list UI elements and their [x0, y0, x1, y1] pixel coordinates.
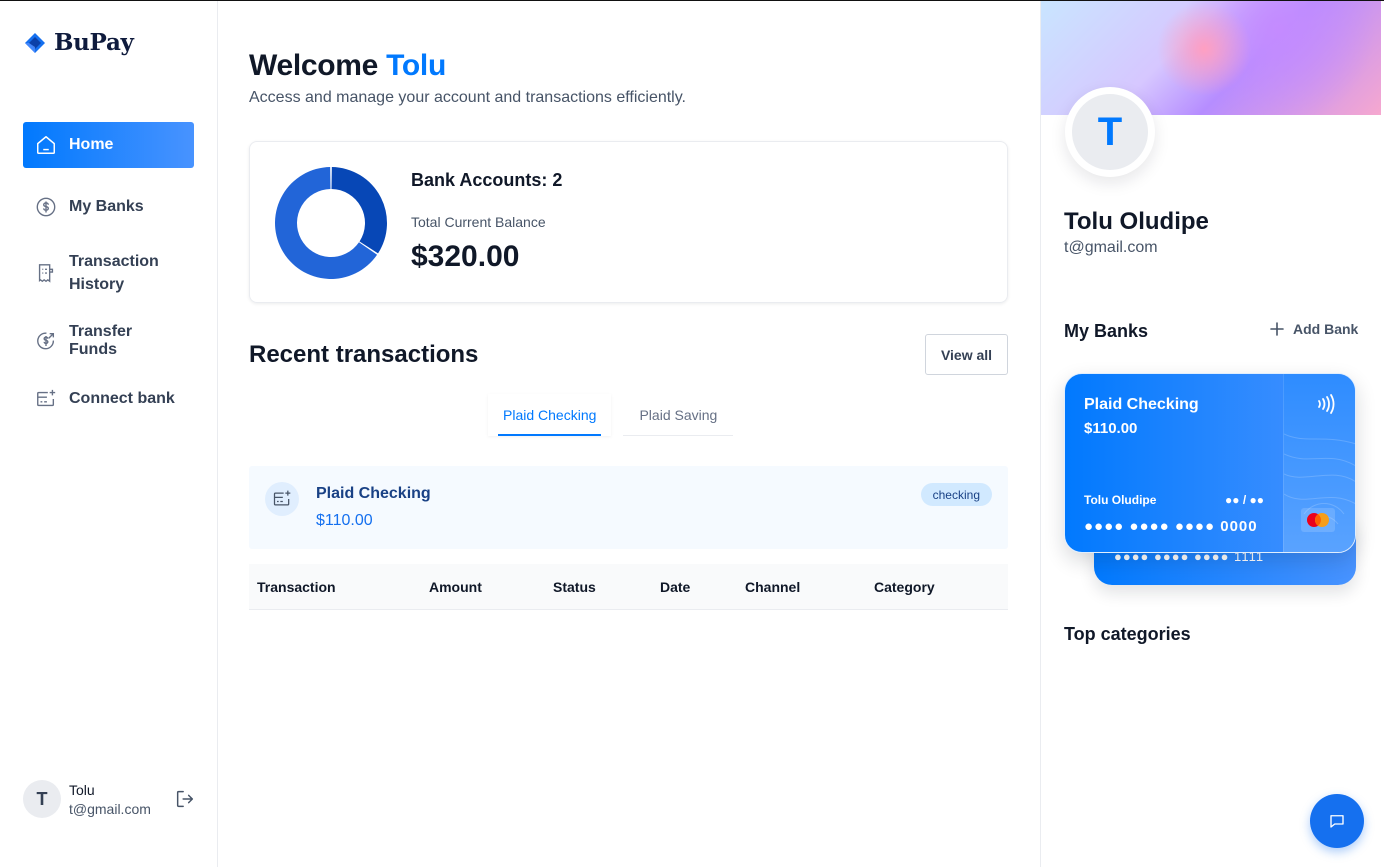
add-bank-label: Add Bank — [1293, 321, 1359, 337]
total-balance-label: Total Current Balance — [411, 214, 546, 230]
sidebar-item-label: My Banks — [69, 198, 144, 215]
column-header-transaction: Transaction — [257, 579, 336, 595]
sidebar-item-my-banks[interactable]: My Banks — [23, 184, 194, 230]
total-balance-value: $320.00 — [411, 240, 520, 273]
contactless-icon — [1318, 394, 1335, 414]
bank-accounts-count: Bank Accounts: 2 — [411, 170, 563, 190]
sidebar-user-info: Tolu t@gmail.com — [69, 782, 151, 817]
sidebar-item-transaction-history[interactable]: Transaction History — [23, 246, 194, 300]
column-header-channel: Channel — [745, 579, 801, 595]
sidebar-item-connect-bank[interactable]: Connect bank — [23, 376, 194, 422]
column-header-status: Status — [553, 579, 596, 595]
logo-icon — [25, 32, 45, 53]
home-icon — [37, 136, 55, 154]
mastercard-icon — [1301, 508, 1335, 532]
bank-info-amount: $110.00 — [316, 512, 373, 529]
view-all-button[interactable]: View all — [925, 334, 1008, 375]
bank-info-name: Plaid Checking — [316, 485, 431, 502]
total-balance-card: Bank Accounts: 2 Total Current Balance $… — [249, 141, 1008, 303]
tab-plaid-saving[interactable]: Plaid Saving — [623, 394, 734, 436]
bank-card[interactable]: Plaid Checking $110.00 Tolu Oludipe ●● /… — [1064, 373, 1356, 553]
add-bank-button[interactable]: Add Bank — [1269, 321, 1358, 337]
column-header-date: Date — [660, 579, 691, 595]
page-subtitle: Access and manage your account and trans… — [249, 89, 686, 106]
card-number: ●●●● ●●●● ●●●● 0000 — [1084, 518, 1258, 535]
card-holder-name: Tolu Oludipe — [1084, 493, 1157, 507]
account-type-badge: checking — [920, 483, 992, 506]
profile-name: Tolu Oludipe — [1064, 208, 1209, 235]
sidebar-user-email: t@gmail.com — [69, 800, 151, 817]
profile-avatar: T — [1065, 87, 1155, 177]
tab-plaid-checking[interactable]: Plaid Checking — [488, 394, 611, 436]
bank-card-icon — [265, 482, 299, 516]
receipt-icon — [38, 264, 54, 283]
balance-donut-chart — [275, 167, 387, 279]
app-logo[interactable]: BuPay — [24, 29, 134, 56]
column-header-amount: Amount — [429, 579, 482, 595]
sidebar-user-name: Tolu — [69, 781, 95, 798]
page-title: Welcome Tolu — [249, 49, 446, 83]
welcome-prefix: Welcome — [249, 49, 379, 82]
dollar-circle-icon — [36, 197, 56, 217]
my-banks-title: My Banks — [1064, 321, 1149, 341]
logout-icon[interactable] — [174, 788, 196, 810]
sidebar-item-label: Transfer Funds — [69, 323, 133, 358]
card-bank-name: Plaid Checking — [1084, 396, 1199, 413]
sidebar-item-label: Home — [69, 136, 114, 153]
card-add-icon — [37, 389, 56, 407]
sidebar-item-transfer-funds[interactable]: Transfer Funds — [23, 318, 194, 364]
plus-icon — [1270, 322, 1284, 336]
money-send-icon — [37, 332, 55, 350]
main-content: Welcome Tolu Access and manage your acco… — [218, 1, 1040, 867]
card-balance: $110.00 — [1084, 420, 1138, 437]
recent-transactions-title: Recent transactions — [249, 341, 479, 368]
chat-button[interactable] — [1310, 794, 1364, 848]
sidebar-user: T Tolu t@gmail.com — [23, 779, 198, 819]
top-categories-title: Top categories — [1064, 624, 1191, 644]
right-sidebar: T Tolu Oludipe t@gmail.com My Banks Add … — [1040, 1, 1384, 867]
profile-email: t@gmail.com — [1064, 239, 1158, 256]
avatar: T — [23, 780, 61, 818]
bank-tabs: Plaid Checking Plaid Saving — [488, 394, 734, 436]
welcome-name: Tolu — [386, 49, 446, 82]
chat-icon — [1330, 815, 1344, 828]
app-name: BuPay — [54, 29, 134, 56]
sidebar: BuPay Home My Banks Transaction History — [0, 1, 218, 867]
bank-info-row[interactable]: Plaid Checking $110.00 checking — [249, 466, 1008, 549]
column-header-category: Category — [874, 579, 935, 595]
sidebar-item-home[interactable]: Home — [23, 122, 194, 168]
sidebar-item-label: Connect bank — [69, 390, 175, 407]
sidebar-nav: Home My Banks Transaction History Transf… — [23, 122, 194, 422]
card-expiry: ●● / ●● — [1225, 493, 1264, 507]
profile-avatar-initial: T — [1072, 94, 1148, 170]
sidebar-item-label: Transaction History — [69, 253, 159, 293]
transactions-table-header: Transaction Amount Status Date Channel C… — [249, 564, 1008, 610]
donut-segment — [331, 167, 387, 254]
